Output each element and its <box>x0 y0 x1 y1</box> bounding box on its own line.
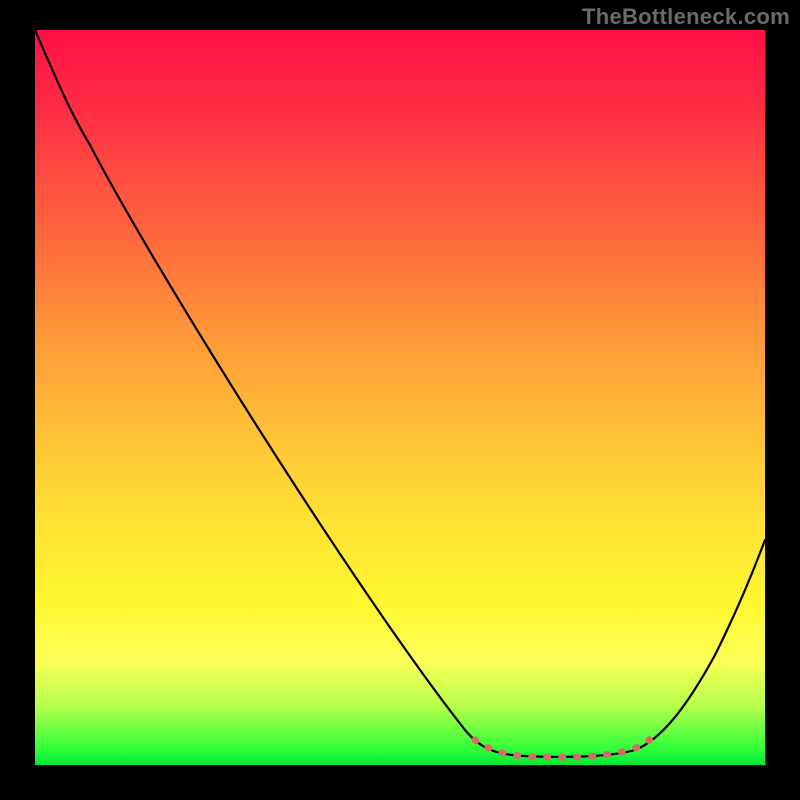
curve-line <box>35 30 765 757</box>
curve-highlight-dots <box>475 737 653 757</box>
watermark-text: TheBottleneck.com <box>582 4 790 30</box>
chart-frame: TheBottleneck.com <box>0 0 800 800</box>
plot-area <box>35 30 765 765</box>
bottleneck-curve <box>35 30 765 765</box>
